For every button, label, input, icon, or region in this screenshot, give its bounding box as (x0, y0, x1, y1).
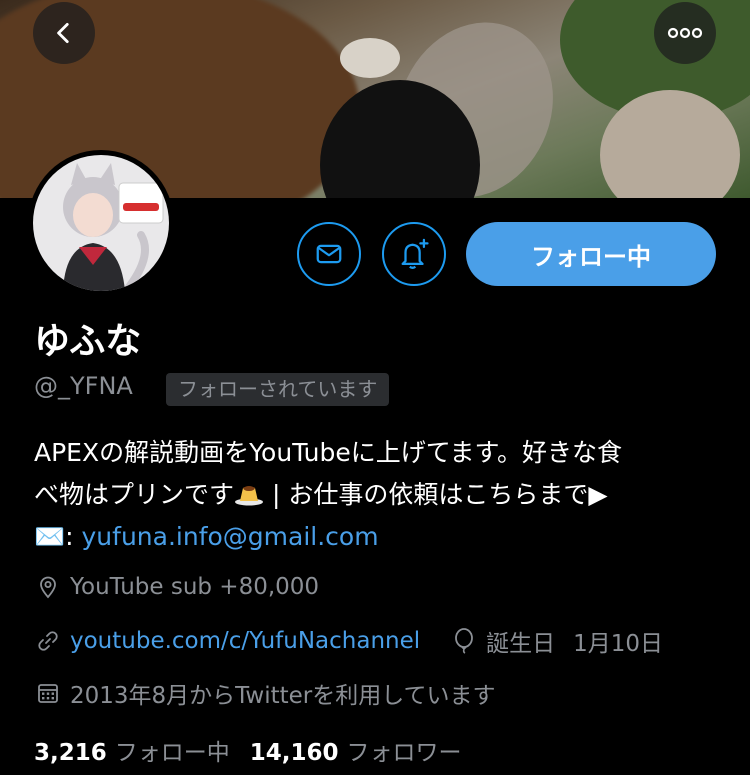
avatar[interactable] (28, 150, 174, 296)
joined-text: 2013年8月からTwitterを利用しています (70, 683, 496, 709)
display-name: ゆふな (34, 321, 142, 362)
avatar-image (33, 155, 169, 291)
bio-text: | お仕事の依頼はこちらまで▶ (264, 480, 608, 509)
follow-stats: 3,216 フォロー中 14,160 フォロワー (34, 733, 462, 767)
followers-label: フォロワー (346, 740, 462, 766)
bio-text: べ物はプリンです (34, 480, 235, 509)
followers-count: 14,160 (249, 740, 339, 766)
birthday: 誕生日 1月10日 (450, 624, 663, 658)
back-button[interactable] (33, 2, 95, 64)
bio-text: ✉️: (34, 522, 82, 551)
user-handle: @_YFNA (34, 372, 133, 400)
message-button[interactable] (297, 222, 361, 286)
location-text: YouTube sub +80,000 (70, 574, 320, 600)
birthday-value: 1月10日 (573, 631, 664, 657)
profile-bio: APEXの解説動画をYouTubeに上げてます。好きな食 べ物はプリンです | … (34, 432, 724, 558)
mail-icon (316, 244, 342, 264)
birthday-label: 誕生日 (486, 631, 556, 657)
following-count: 3,216 (34, 740, 107, 766)
bio-line: APEXの解説動画をYouTubeに上げてます。好きな食 (34, 438, 623, 467)
pudding-emoji-icon (234, 477, 264, 506)
website-link[interactable]: youtube.com/c/YufuNachannel (70, 628, 420, 654)
follows-you-badge: フォローされています (166, 373, 390, 406)
location-pin-icon (34, 573, 62, 601)
following-button[interactable]: フォロー中 (466, 222, 716, 286)
bio-line: べ物はプリンです | お仕事の依頼はこちらまで▶ (34, 474, 724, 516)
calendar-icon (34, 679, 62, 707)
more-button[interactable] (654, 2, 716, 64)
bell-plus-icon (401, 238, 429, 269)
website-row: youtube.com/c/YufuNachannel 誕生日 1月10日 (34, 624, 663, 658)
bio-line: ✉️: yufuna.info@gmail.com (34, 516, 724, 558)
following-button-label: フォロー中 (531, 242, 651, 271)
balloon-icon (450, 627, 478, 655)
joined-row: 2013年8月からTwitterを利用しています (34, 676, 496, 710)
bio-email-link[interactable]: yufuna.info@gmail.com (82, 522, 379, 551)
notifications-button[interactable] (382, 222, 446, 286)
location-row: YouTube sub +80,000 (34, 573, 319, 601)
chevron-left-icon (57, 22, 69, 44)
banner-shape (340, 38, 400, 78)
following-label: フォロー中 (114, 740, 230, 766)
link-icon (34, 627, 62, 655)
followers-stat[interactable]: 14,160 フォロワー (250, 733, 462, 767)
more-horizontal-icon (667, 27, 703, 39)
following-stat[interactable]: 3,216 フォロー中 (34, 733, 230, 767)
